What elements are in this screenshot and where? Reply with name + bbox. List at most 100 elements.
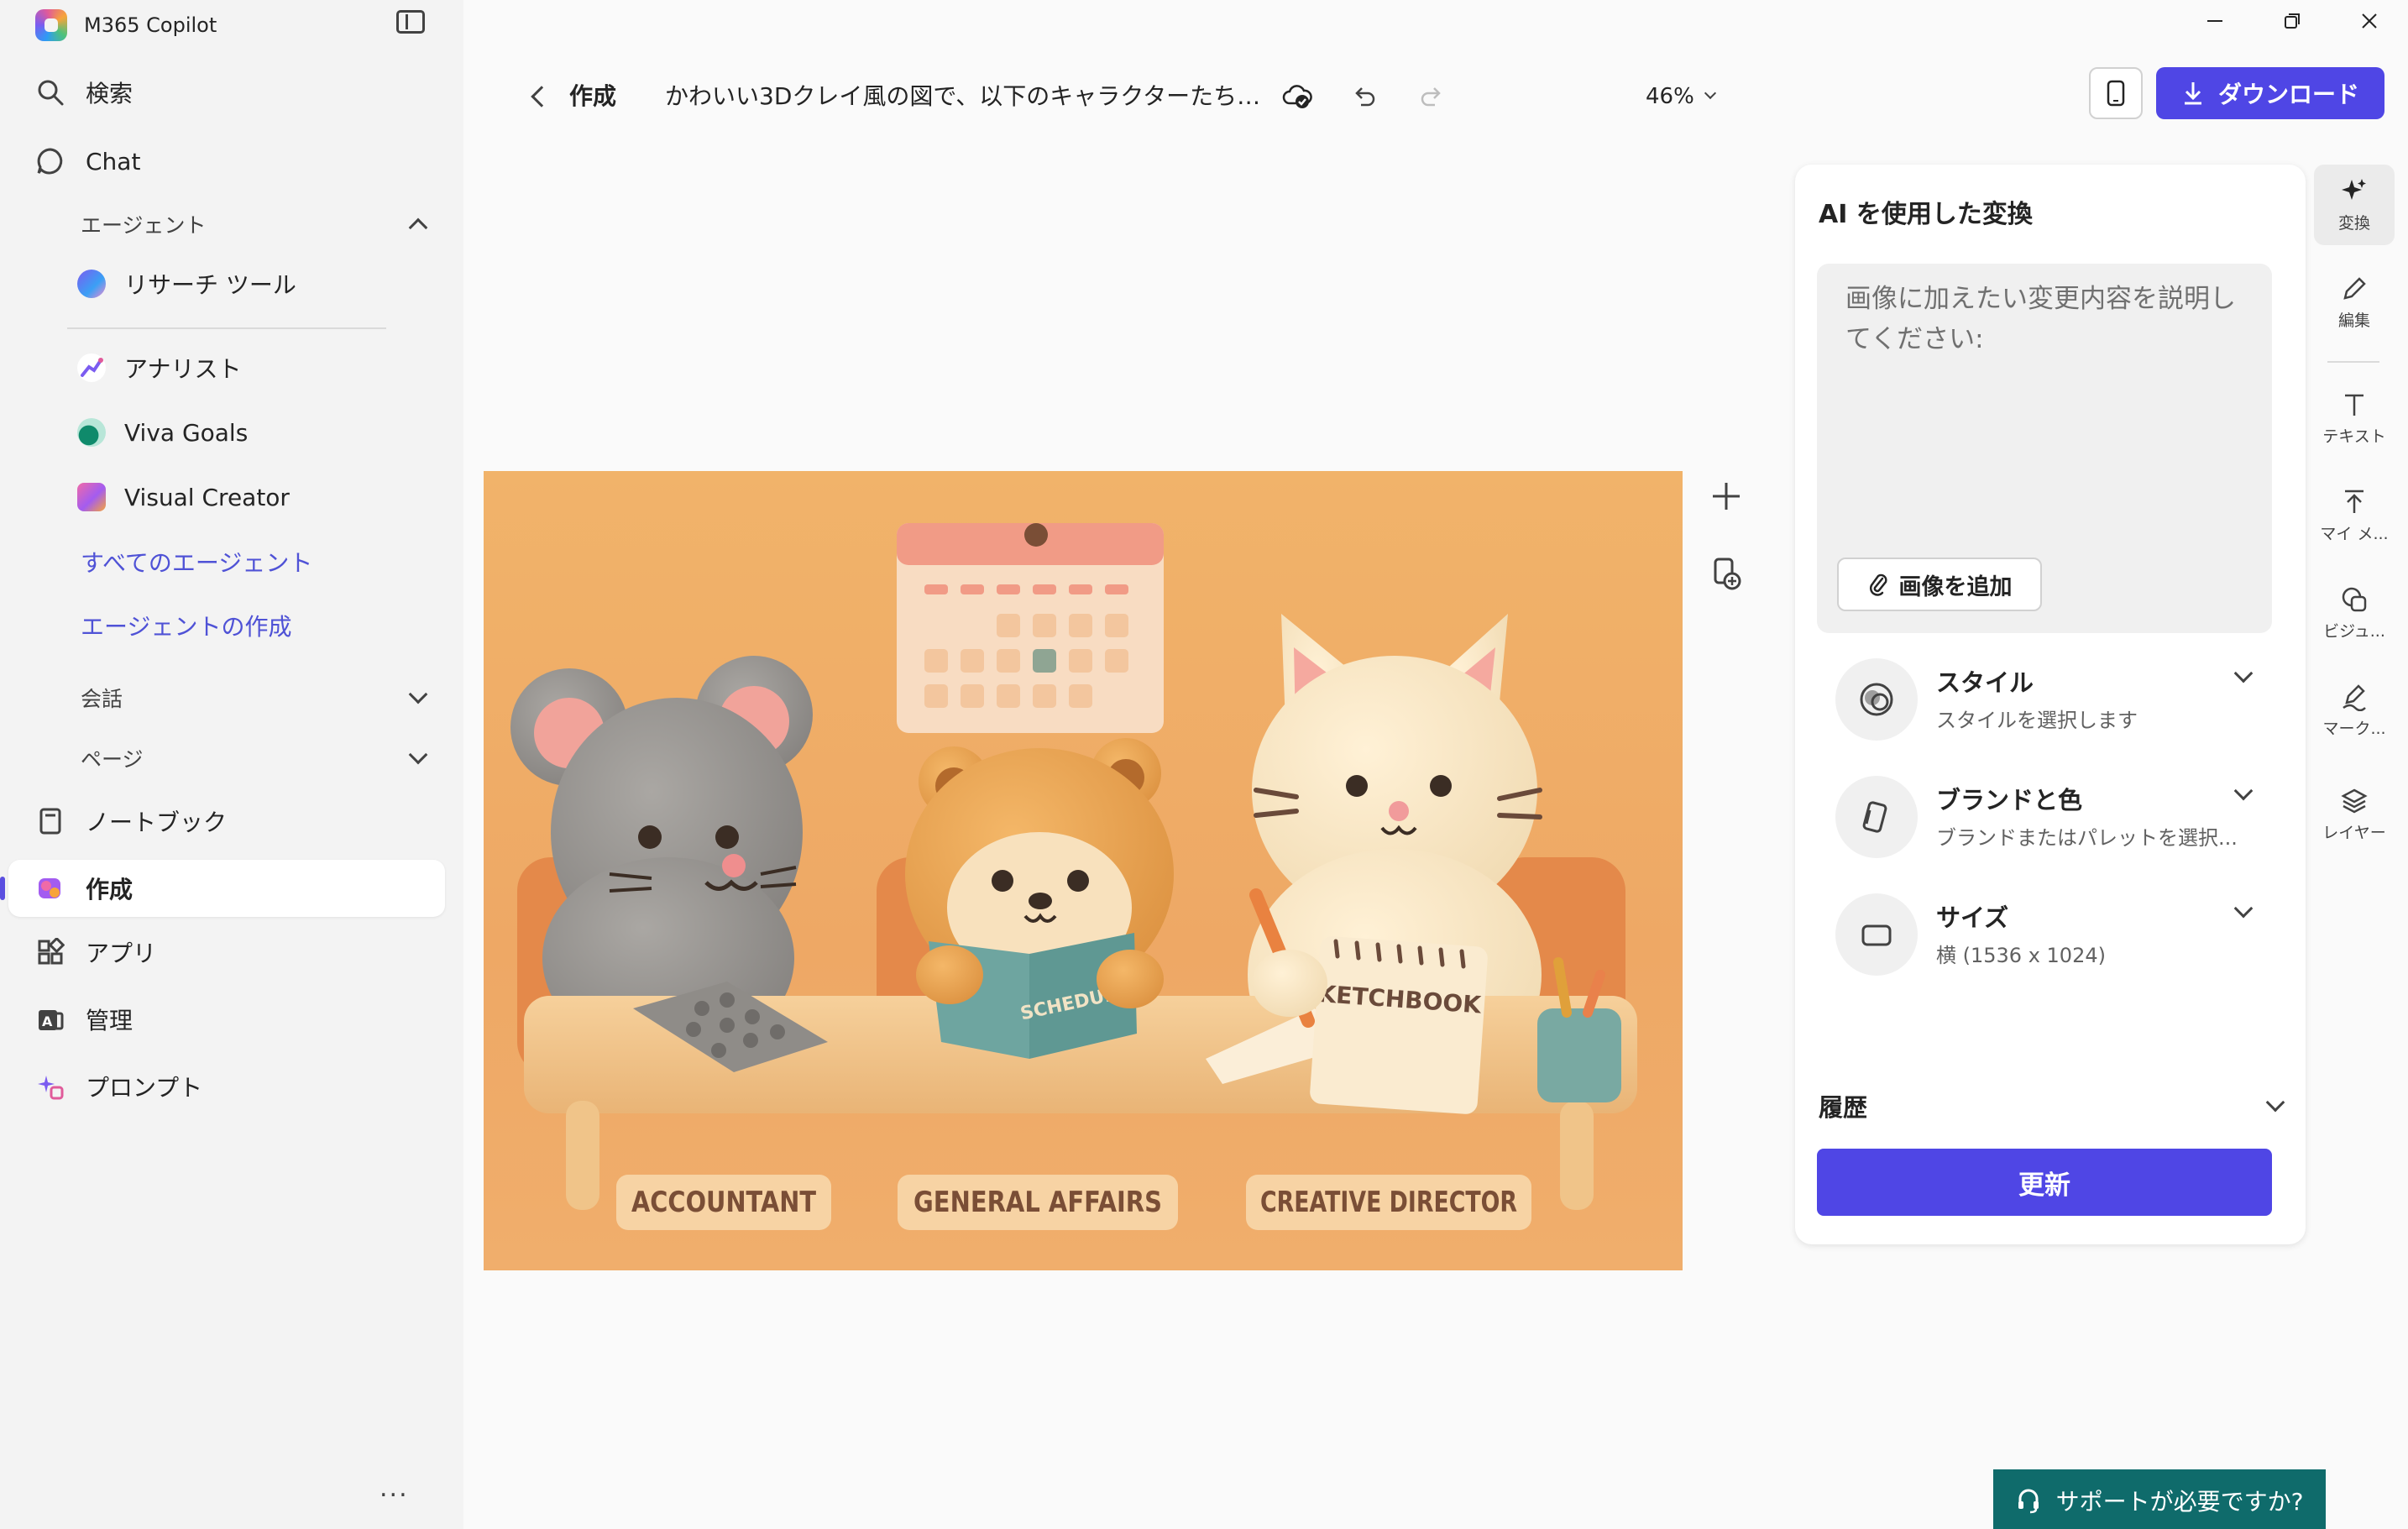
nav-prompts[interactable]: プロンプト	[8, 1058, 445, 1115]
nav-create-label: 作成	[86, 876, 133, 903]
prompt-input[interactable]: 画像に加えたい変更内容を説明してください: 画像を追加	[1817, 264, 2272, 633]
app-header: M365 Copilot	[35, 8, 217, 42]
breadcrumb-create[interactable]: 作成	[569, 76, 616, 118]
nav-admin-label: 管理	[86, 1007, 133, 1034]
history-label: 履歴	[1819, 1093, 1868, 1122]
minimize-button[interactable]	[2176, 0, 2254, 42]
admin-icon: A	[34, 1003, 67, 1036]
close-button[interactable]	[2331, 0, 2408, 42]
rail-layers[interactable]: レイヤー	[2314, 774, 2395, 855]
chevron-up-icon	[408, 217, 428, 238]
rail-divider	[2327, 361, 2379, 363]
analyst-icon	[77, 353, 106, 382]
visuals-icon	[2342, 587, 2367, 611]
sparkle-icon	[2342, 178, 2366, 200]
rail-transform[interactable]: 変換	[2314, 165, 2395, 245]
app-title: M365 Copilot	[84, 13, 217, 37]
search-icon	[34, 76, 67, 109]
nav-notebook-label: ノートブック	[86, 809, 228, 836]
agent-analyst[interactable]: アナリスト	[77, 344, 241, 391]
sidebar-toggle-icon[interactable]	[396, 10, 425, 34]
zoom-dropdown[interactable]: 46%	[1646, 76, 1716, 118]
nav-chat-label: Chat	[86, 147, 141, 175]
nav-create[interactable]: 作成	[8, 860, 445, 917]
chevron-down-icon	[2233, 898, 2254, 919]
conversations-section-toggle[interactable]: 会話	[81, 677, 428, 719]
rail-label: テキスト	[2322, 427, 2386, 446]
agent-research-tool[interactable]: リサーチ ツール	[77, 260, 296, 307]
headset-icon	[2018, 1489, 2039, 1514]
size-subtitle: 横 (1536 x 1024)	[1936, 944, 2106, 967]
agent-viva-goals[interactable]: Viva Goals	[77, 409, 248, 456]
style-option[interactable]: スタイル スタイルを選択します	[1835, 658, 2255, 742]
undo-button[interactable]	[1343, 76, 1385, 118]
name-plate-creative-director: CREATIVE DIRECTOR	[1260, 1186, 1517, 1219]
all-agents-link[interactable]: すべてのエージェント	[81, 541, 312, 583]
size-option[interactable]: サイズ 横 (1536 x 1024)	[1835, 893, 2255, 977]
add-page-button[interactable]	[1704, 474, 1748, 518]
agents-section-toggle[interactable]: エージェント	[81, 203, 428, 245]
nav-chat[interactable]: Chat	[8, 133, 445, 190]
pages-heading: ページ	[81, 747, 144, 772]
rail-edit[interactable]: 編集	[2314, 262, 2395, 343]
ai-transform-panel: AI を使用した変換 画像に加えたい変更内容を説明してください: 画像を追加 ス…	[1795, 165, 2306, 1244]
nav-notebook[interactable]: ノートブック	[8, 793, 445, 850]
plus-icon	[1713, 483, 1740, 510]
undo-icon	[1355, 87, 1375, 107]
style-title: スタイル	[1936, 668, 2034, 697]
nav-admin[interactable]: A 管理	[8, 991, 445, 1048]
duplicate-page-button[interactable]	[1704, 552, 1748, 595]
notebook-icon	[34, 804, 67, 838]
back-button[interactable]	[521, 76, 563, 118]
add-image-button[interactable]: 画像を追加	[1837, 558, 2042, 611]
support-label: サポートが必要ですか?	[2055, 1488, 2304, 1516]
agent-visual-creator[interactable]: Visual Creator	[77, 474, 290, 521]
minimize-icon	[2207, 20, 2222, 22]
document-title[interactable]: かわいい3Dクレイ風の図で、以下のキャラクターたち…	[665, 76, 1269, 118]
size-icon	[1835, 893, 1918, 976]
size-title: サイズ	[1936, 903, 2009, 932]
chevron-down-icon	[2233, 663, 2254, 683]
rail-markup[interactable]: マーク...	[2314, 670, 2395, 751]
calendar-illustration	[897, 523, 1164, 733]
redo-icon	[1421, 87, 1441, 107]
brand-color-option[interactable]: ブランドと色 ブランドまたはパレットを選択...	[1835, 776, 2255, 860]
layers-icon	[2341, 788, 2368, 813]
generated-image[interactable]: SCHEDULE SKETCHBOOK ACCOUNTANT GENERAL A…	[484, 471, 1683, 1270]
device-preview-button[interactable]	[2089, 67, 2143, 119]
brand-title: ブランドと色	[1936, 786, 2083, 814]
paperclip-icon	[1869, 573, 1887, 596]
nav-apps-label: アプリ	[86, 940, 157, 967]
active-indicator	[0, 877, 5, 900]
update-button[interactable]: 更新	[1817, 1149, 2272, 1216]
phone-icon	[2107, 80, 2125, 107]
more-options-button[interactable]: ...	[380, 1474, 409, 1503]
brand-subtitle: ブランドまたはパレットを選択...	[1936, 826, 2238, 850]
chevron-left-icon	[531, 86, 552, 107]
name-plate-general-affairs: GENERAL AFFAIRS	[913, 1186, 1162, 1219]
create-agent-link[interactable]: エージェントの作成	[81, 605, 291, 647]
name-plate-accountant: ACCOUNTANT	[631, 1186, 817, 1219]
rail-label: マイ メ...	[2320, 524, 2389, 543]
copilot-logo-icon	[35, 9, 67, 41]
download-button[interactable]: ダウンロード	[2156, 67, 2384, 119]
support-button[interactable]: サポートが必要ですか?	[1993, 1469, 2326, 1529]
saved-cloud-icon[interactable]	[1276, 76, 1318, 118]
redo-button[interactable]	[1411, 76, 1453, 118]
nav-search[interactable]: 検索	[8, 64, 445, 121]
rail-visuals[interactable]: ビジュ...	[2314, 573, 2395, 653]
zoom-value: 46%	[1646, 84, 1694, 109]
rail-label: レイヤー	[2322, 823, 2386, 842]
chevron-down-icon	[408, 684, 428, 704]
rail-text[interactable]: テキスト	[2314, 378, 2395, 458]
rail-label: 変換	[2337, 213, 2370, 233]
nav-apps[interactable]: アプリ	[8, 924, 445, 981]
history-toggle[interactable]: 履歴	[1819, 1085, 2285, 1127]
agent-label: Visual Creator	[124, 483, 290, 511]
maximize-button[interactable]	[2254, 0, 2331, 42]
sidebar: M365 Copilot 検索 Chat エージェント リサーチ ツール アナリ…	[0, 0, 463, 1529]
pages-section-toggle[interactable]: ページ	[81, 737, 428, 779]
rail-my-media[interactable]: マイ メ...	[2314, 475, 2395, 556]
clay-scene-illustration: SCHEDULE SKETCHBOOK ACCOUNTANT GENERAL A…	[510, 523, 1637, 1230]
visual-creator-icon	[77, 483, 106, 511]
